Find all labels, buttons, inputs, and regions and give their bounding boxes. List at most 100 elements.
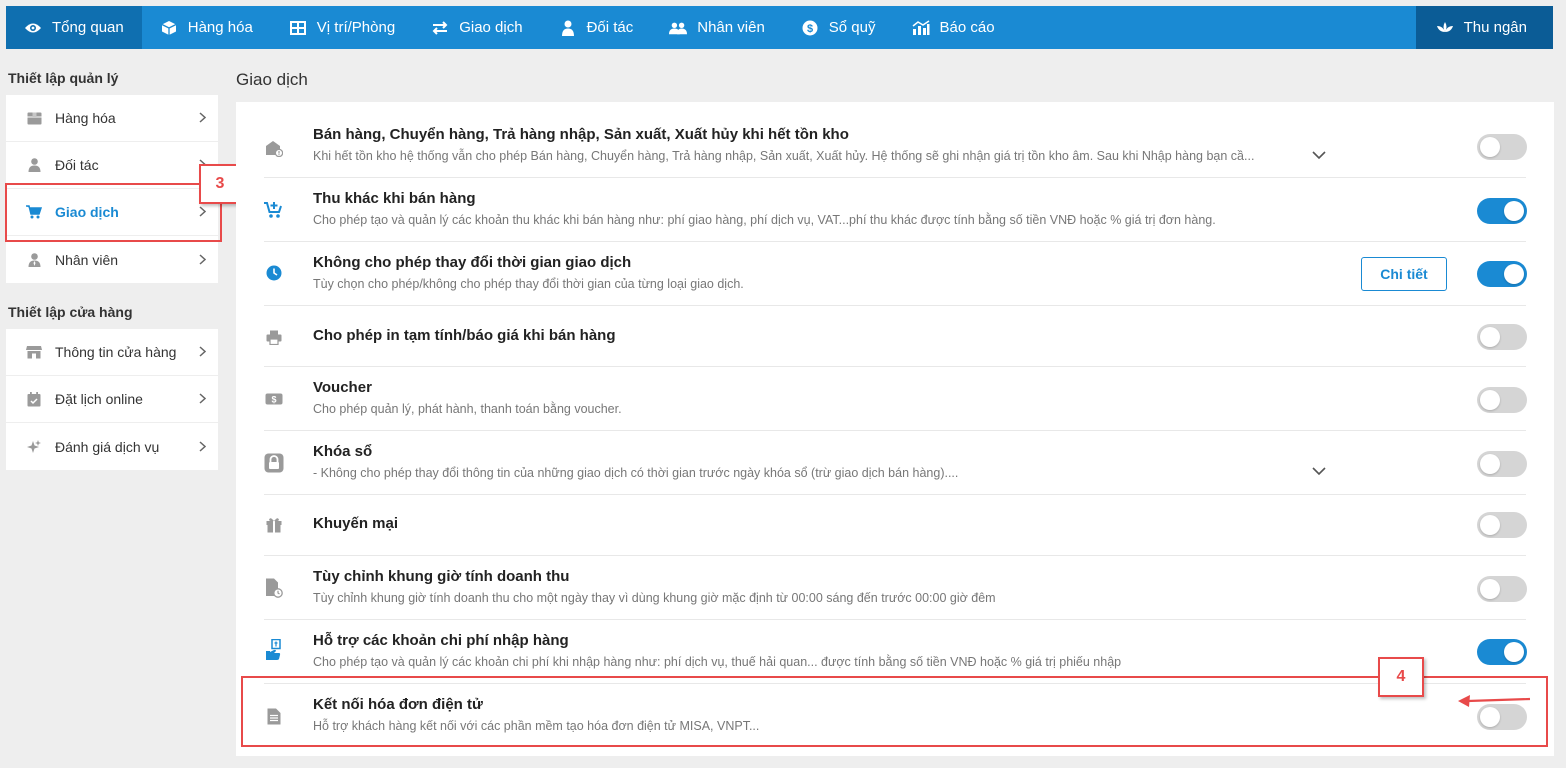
lotus-icon (1436, 19, 1454, 37)
nav-label: Hàng hóa (187, 19, 253, 36)
setting-row-revenue-hours: Tùy chỉnh khung giờ tính doanh thu Tùy c… (264, 556, 1527, 620)
toggle-knob (1480, 454, 1500, 474)
nav-label: Báo cáo (939, 19, 995, 36)
sidebar-item-danh-gia-dich-vu[interactable]: Đánh giá dịch vụ (6, 423, 218, 470)
sidebar-item-dat-lich-online[interactable]: Đặt lịch online (6, 376, 218, 423)
chevron-down-icon[interactable] (1310, 146, 1328, 164)
chevron-right-icon (199, 391, 207, 407)
sidebar-item-nhan-vien[interactable]: Nhân viên (6, 236, 218, 283)
file-clock-icon (264, 578, 284, 598)
setting-description: - Không cho phép thay đổi thông tin của … (313, 466, 959, 480)
setting-row-lock-time: Không cho phép thay đổi thời gian giao d… (264, 242, 1527, 306)
sidebar-item-hang-hoa[interactable]: Hàng hóa (6, 95, 218, 142)
settings-panel: Bán hàng, Chuyển hàng, Trả hàng nhập, Sả… (236, 102, 1554, 756)
setting-description: Tùy chọn cho phép/không cho phép thay đổ… (313, 277, 744, 291)
setting-description: Cho phép tạo và quản lý các khoản chi ph… (313, 655, 1122, 669)
sidebar-item-label: Thông tin cửa hàng (55, 344, 177, 360)
setting-row-other-income: Thu khác khi bán hàng Cho phép tạo và qu… (264, 178, 1527, 242)
chevron-down-icon[interactable] (1310, 462, 1328, 480)
setting-toggle[interactable] (1477, 261, 1527, 287)
toggle-knob (1504, 642, 1524, 662)
sidebar-item-thong-tin-cua-hang[interactable]: Thông tin cửa hàng (6, 329, 218, 376)
detail-button[interactable]: Chi tiết (1361, 257, 1447, 291)
sidebar-section-title: Thiết lập quản lý (8, 70, 119, 86)
nav-label: Đối tác (586, 19, 634, 36)
nav-label: Giao dịch (459, 19, 523, 36)
voucher-icon: $ (264, 389, 284, 409)
dollar-icon: $ (801, 19, 819, 37)
nav-label: Tổng quan (52, 19, 124, 36)
calendar-icon (26, 391, 42, 407)
grid-icon (289, 19, 307, 37)
step-4-highlight (241, 676, 1548, 747)
setting-title: Cho phép in tạm tính/báo giá khi bán hàn… (313, 327, 616, 344)
clock-icon (264, 263, 284, 283)
sparkle-icon (26, 439, 42, 455)
chevron-right-icon (199, 439, 207, 455)
setting-toggle[interactable] (1477, 576, 1527, 602)
setting-title: Bán hàng, Chuyển hàng, Trả hàng nhập, Sả… (313, 126, 849, 143)
setting-description: Khi hết tồn kho hệ thống vẫn cho phép Bá… (313, 149, 1255, 163)
sidebar-section-title: Thiết lập cửa hàng (8, 304, 133, 320)
setting-row-voucher: $ Voucher Cho phép quản lý, phát hành, t… (264, 367, 1527, 431)
nav-so-quy[interactable]: $ Sổ quỹ (783, 6, 894, 49)
sidebar-item-doi-tac[interactable]: Đối tác (6, 142, 218, 189)
setting-toggle[interactable] (1477, 639, 1527, 665)
setting-row-promotion: Khuyến mại (264, 495, 1527, 556)
sidebar-item-label: Đối tác (55, 157, 99, 173)
warehouse-alert-icon (264, 138, 284, 158)
nav-tong-quan[interactable]: Tổng quan (6, 6, 142, 49)
setting-title: Hỗ trợ các khoản chi phí nhập hàng (313, 632, 569, 649)
toggle-knob (1480, 579, 1500, 599)
setting-title: Voucher (313, 379, 372, 396)
setting-description: Tùy chỉnh khung giờ tính doanh thu cho m… (313, 591, 996, 605)
setting-toggle[interactable] (1477, 198, 1527, 224)
nav-nhan-vien[interactable]: Nhân viên (651, 6, 783, 49)
sidebar-item-label: Nhân viên (55, 251, 119, 268)
setting-title: Tùy chỉnh khung giờ tính doanh thu (313, 568, 570, 585)
import-cost-icon (264, 639, 284, 660)
cashier-button[interactable]: Thu ngân (1415, 6, 1553, 49)
setting-toggle[interactable] (1477, 451, 1527, 477)
lock-icon (264, 453, 284, 473)
page-title: Giao dịch (236, 70, 308, 89)
people-icon (669, 19, 688, 37)
step-3-highlight (5, 183, 222, 242)
setting-toggle[interactable] (1477, 512, 1527, 538)
box-icon (160, 19, 178, 37)
box-icon (26, 110, 42, 126)
sidebar-item-label: Hàng hóa (55, 110, 116, 126)
sidebar-item-label: Đặt lịch online (55, 391, 143, 407)
nav-doi-tac[interactable]: Đối tác (541, 6, 652, 49)
chevron-right-icon (199, 344, 207, 360)
top-nav: Tổng quan Hàng hóa Vị trí/Phòng Giao dịc… (6, 6, 1553, 49)
chart-icon (912, 19, 930, 37)
store-icon (26, 344, 42, 360)
setting-toggle[interactable] (1477, 134, 1527, 160)
sidebar-item-label: Đánh giá dịch vụ (55, 438, 160, 455)
nav-hang-hoa[interactable]: Hàng hóa (142, 6, 271, 49)
toggle-knob (1480, 137, 1500, 157)
setting-row-print-quote: Cho phép in tạm tính/báo giá khi bán hàn… (264, 306, 1527, 367)
setting-toggle[interactable] (1477, 324, 1527, 350)
eye-icon (24, 19, 42, 37)
toggle-knob (1504, 264, 1524, 284)
nav-vi-tri-phong[interactable]: Vị trí/Phòng (271, 6, 413, 49)
setting-title: Không cho phép thay đổi thời gian giao d… (313, 254, 632, 271)
setting-row-import-costs: Hỗ trợ các khoản chi phí nhập hàng Cho p… (264, 620, 1527, 684)
setting-description: Cho phép tạo và quản lý các khoản thu kh… (313, 213, 1216, 227)
setting-title: Thu khác khi bán hàng (313, 190, 476, 207)
setting-title: Khóa sổ (313, 443, 373, 460)
nav-giao-dich[interactable]: Giao dịch (413, 6, 540, 49)
nav-bao-cao[interactable]: Báo cáo (894, 6, 1013, 49)
toggle-knob (1480, 327, 1500, 347)
setting-row-negative-stock: Bán hàng, Chuyển hàng, Trả hàng nhập, Sả… (264, 114, 1527, 178)
sidebar-store-list: Thông tin cửa hàng Đặt lịch online Đánh … (6, 329, 218, 470)
setting-toggle[interactable] (1477, 387, 1527, 413)
printer-icon (264, 327, 284, 347)
cashier-label: Thu ngân (1463, 19, 1527, 36)
nav-label: Nhân viên (697, 19, 765, 36)
toggle-knob (1480, 515, 1500, 535)
toggle-knob (1480, 390, 1500, 410)
svg-text:$: $ (271, 395, 276, 405)
